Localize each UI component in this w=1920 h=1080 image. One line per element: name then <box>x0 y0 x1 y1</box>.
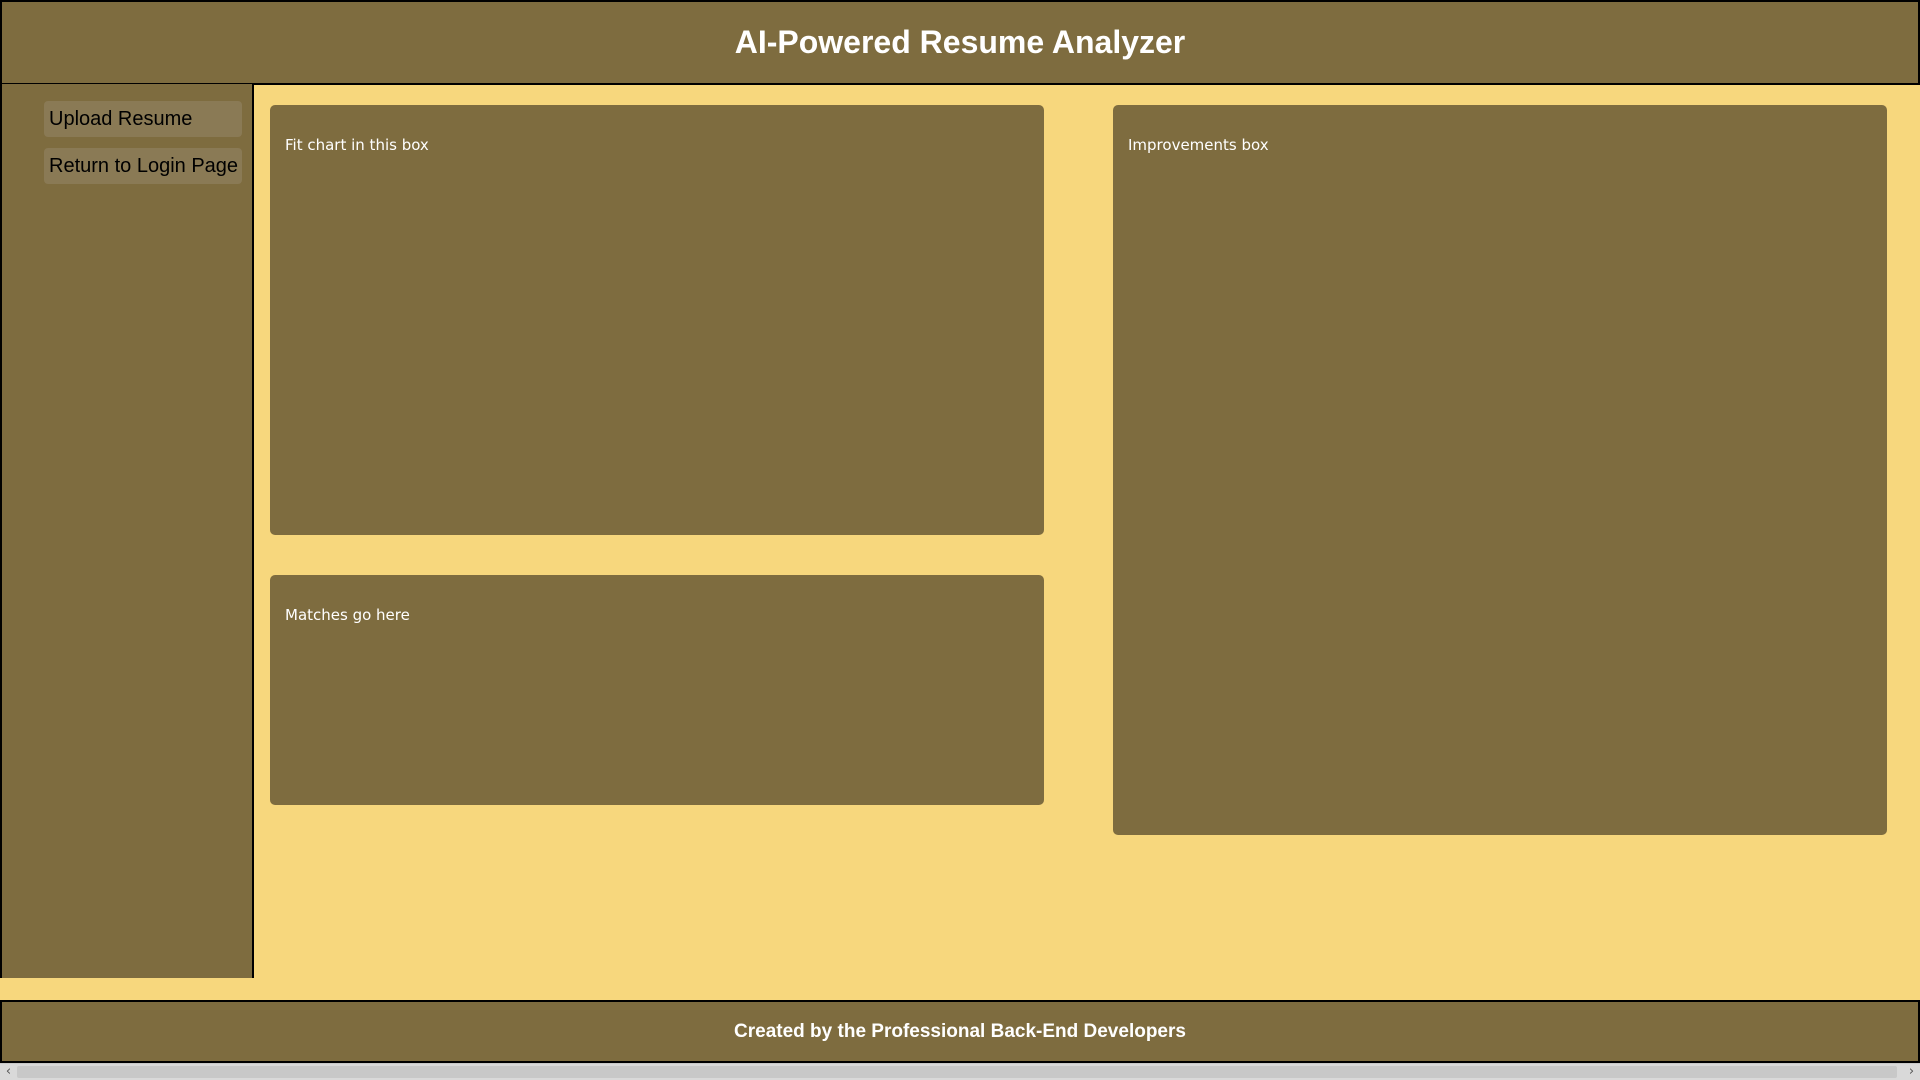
fit-chart-label: Fit chart in this box <box>285 136 429 154</box>
app-footer: Created by the Professional Back-End Dev… <box>0 1000 1920 1063</box>
matches-box: Matches go here <box>270 575 1044 805</box>
app-header: AI-Powered Resume Analyzer <box>0 0 1920 85</box>
chevron-left-icon[interactable]: ‹ <box>0 1064 17 1080</box>
chevron-right-icon[interactable]: › <box>1903 1064 1920 1080</box>
footer-text: Created by the Professional Back-End Dev… <box>734 1020 1186 1042</box>
return-to-login-button[interactable]: Return to Login Page <box>44 148 242 184</box>
horizontal-scrollbar[interactable]: ‹ › <box>0 1063 1920 1080</box>
scrollbar-thumb[interactable] <box>17 1066 1897 1078</box>
sidebar: Upload Resume Return to Login Page <box>0 84 254 978</box>
improvements-box: Improvements box <box>1113 105 1887 835</box>
upload-resume-button[interactable]: Upload Resume <box>44 101 242 137</box>
improvements-label: Improvements box <box>1128 136 1269 154</box>
page-title: AI-Powered Resume Analyzer <box>734 24 1186 60</box>
fit-chart-box: Fit chart in this box <box>270 105 1044 535</box>
matches-label: Matches go here <box>285 606 410 624</box>
